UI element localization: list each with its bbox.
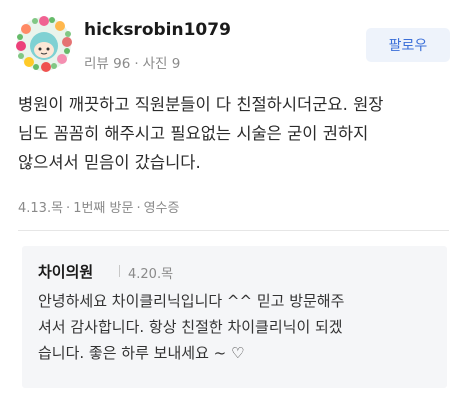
separator-dot: ·	[134, 56, 139, 72]
owner-reply: 차이의원 4.20.목 안녕하세요 차이클리닉입니다 ^^ 믿고 방문해주 셔서…	[22, 246, 447, 388]
avatar-image	[16, 16, 72, 72]
reply-line: 습니다. 좋은 하루 보내세요 ~ ♡	[38, 344, 245, 362]
reply-body: 안녕하세요 차이클리닉입니다 ^^ 믿고 방문해주 셔서 감사합니다. 항상 친…	[38, 288, 438, 366]
review-line: 병원이 깨끗하고 직원분들이 다 친절하시더군요. 원장	[18, 95, 384, 114]
receipt-label: 영수증	[143, 201, 180, 216]
reply-author: 차이의원	[38, 263, 94, 281]
reply-date: 4.20.목	[128, 267, 174, 282]
reply-line: 셔서 감사합니다. 항상 친절한 차이클리닉이 되겠	[38, 318, 343, 336]
separator-dot: ·	[136, 201, 141, 216]
profile-stats: 리뷰 96 · 사진 9	[84, 52, 180, 72]
photo-count: 사진 9	[142, 56, 181, 72]
reply-separator	[119, 265, 120, 277]
review-date: 4.13.목	[18, 201, 64, 216]
separator-dot: ·	[66, 201, 71, 216]
visit-count: 1번째 방문	[73, 201, 134, 216]
review-body: 병원이 깨끗하고 직원분들이 다 친절하시더군요. 원장 님도 꼼꼼히 해주시고…	[18, 90, 456, 177]
review-line: 않으셔서 믿음이 갔습니다.	[18, 153, 201, 172]
follow-button[interactable]: 팔로우	[366, 28, 450, 62]
username[interactable]: hicksrobin1079	[84, 20, 231, 40]
avatar[interactable]	[16, 16, 72, 72]
reply-line: 안녕하세요 차이클리닉입니다 ^^ 믿고 방문해주	[38, 292, 345, 310]
review-count: 리뷰 96	[84, 56, 131, 72]
review-line: 님도 꼼꼼히 해주시고 필요없는 시술은 굳이 권하지	[18, 124, 369, 143]
divider	[18, 230, 449, 231]
review-meta: 4.13.목 · 1번째 방문 · 영수증	[18, 197, 179, 216]
